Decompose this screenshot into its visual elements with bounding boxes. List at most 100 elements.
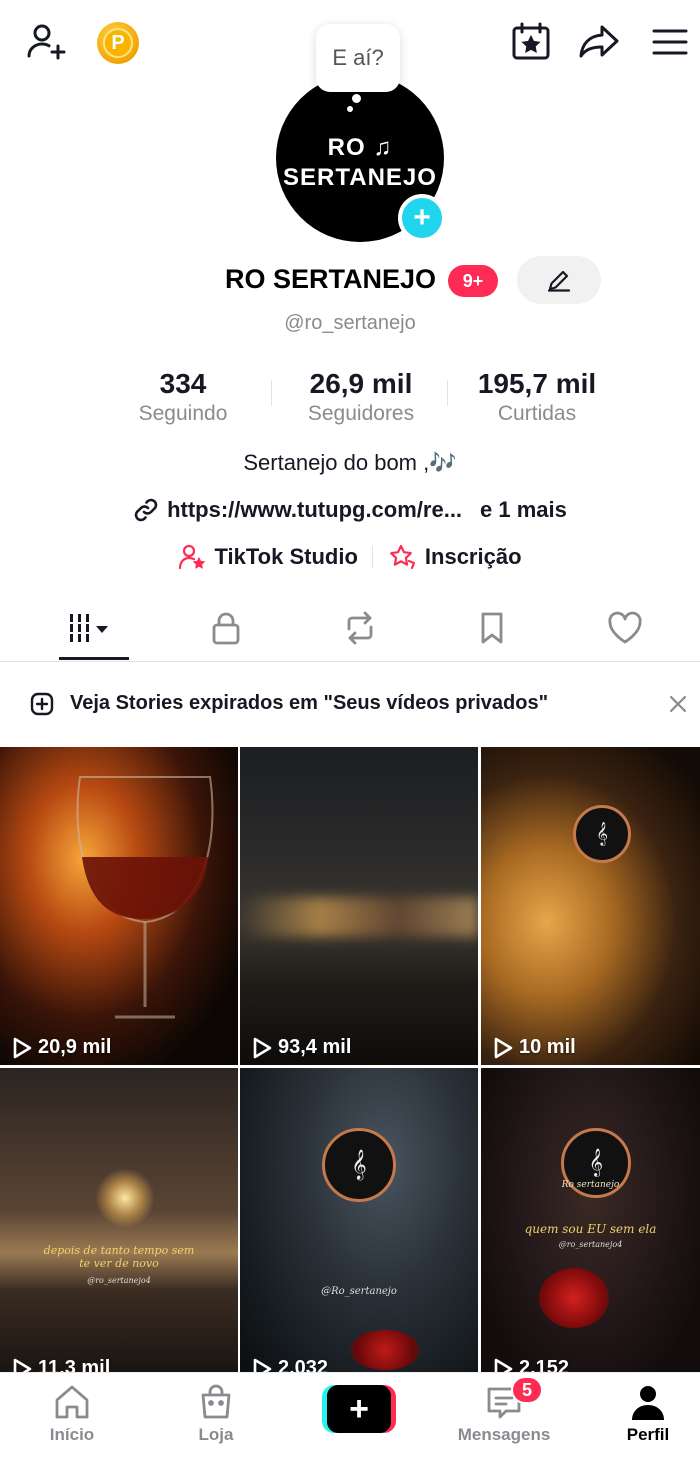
stat-label: Curtidas bbox=[497, 402, 577, 425]
stat-label: Seguidores bbox=[307, 402, 415, 425]
share-arrow-icon bbox=[579, 25, 619, 58]
close-notice-button[interactable] bbox=[664, 690, 692, 718]
avatar-text-line2: SERTANEJO bbox=[283, 164, 437, 191]
stat-divider bbox=[271, 380, 272, 406]
messages-count-badge: 5 bbox=[511, 1376, 543, 1404]
coins-button[interactable]: P bbox=[97, 22, 139, 64]
stories-notice-banner[interactable]: Veja Stories expirados em "Seus vídeos p… bbox=[0, 676, 700, 732]
tab-favorites[interactable] bbox=[452, 596, 532, 660]
repost-icon bbox=[347, 611, 373, 645]
play-icon bbox=[13, 1358, 32, 1373]
video-thumbnail[interactable]: 𝄞 10 mil bbox=[481, 747, 700, 1065]
channel-logo-text: Ro sertanejo bbox=[561, 1180, 620, 1190]
video-thumbnail[interactable]: 𝄞 @Ro_sertanejo 2.032 bbox=[240, 1068, 478, 1373]
stat-likes[interactable]: 195,7 mil Curtidas bbox=[462, 368, 612, 426]
video-grid: 20,9 mil 93,4 mil 𝄞 10 mil depois de tan… bbox=[0, 747, 700, 1373]
channel-logo-watermark: 𝄞 bbox=[573, 805, 631, 863]
play-icon bbox=[253, 1358, 272, 1373]
bubble-tail-dot-small bbox=[347, 106, 353, 112]
note-text: E aí? bbox=[332, 45, 384, 70]
events-calendar-button[interactable] bbox=[509, 20, 553, 64]
bottom-navigation: Início Loja + Mensagens Perfil bbox=[0, 1372, 700, 1460]
profile-shortcuts: TikTok Studio Inscrição bbox=[0, 540, 700, 574]
play-icon bbox=[494, 1037, 513, 1058]
tiktok-studio-label: TikTok Studio bbox=[214, 544, 358, 569]
link-more[interactable]: e 1 mais bbox=[480, 497, 567, 523]
wine-glass-image bbox=[76, 776, 214, 1019]
active-tab-indicator bbox=[59, 657, 129, 660]
profile-person-icon bbox=[632, 1386, 664, 1420]
link-icon bbox=[134, 498, 158, 522]
view-count-text: 93,4 mil bbox=[278, 1036, 352, 1058]
add-story-outline-icon bbox=[30, 692, 54, 716]
stat-value: 195,7 mil bbox=[477, 368, 597, 399]
red-rose-image bbox=[539, 1268, 609, 1328]
stat-value: 334 bbox=[159, 368, 207, 399]
nav-shop-label: Loja bbox=[198, 1425, 234, 1444]
tab-videos[interactable] bbox=[54, 596, 134, 660]
sunset-glow-image bbox=[95, 1168, 155, 1228]
view-count: 93,4 mil bbox=[252, 1036, 351, 1059]
view-count-text: 11,3 mil bbox=[38, 1357, 111, 1373]
person-star-icon bbox=[179, 544, 206, 570]
channel-logo-watermark: 𝄞 bbox=[322, 1128, 396, 1202]
notification-badge[interactable]: 9+ bbox=[448, 265, 498, 297]
plus-icon: + bbox=[327, 1385, 391, 1433]
view-count-text: 20,9 mil bbox=[38, 1036, 112, 1058]
notice-text: Veja Stories expirados em "Seus vídeos p… bbox=[70, 692, 549, 714]
video-caption: quem sou EU sem ela bbox=[524, 1222, 657, 1236]
city-lights-image bbox=[240, 897, 478, 937]
video-watermark: @ro_sertanejo4 bbox=[558, 1240, 623, 1249]
video-thumbnail[interactable]: 𝄞 Ro sertanejo quem sou EU sem ela @ro_s… bbox=[481, 1068, 700, 1373]
bio-link[interactable]: https://www.tutupg.com/re... e 1 mais bbox=[0, 494, 700, 526]
music-note-icon: ♫ bbox=[373, 134, 393, 161]
create-video-button[interactable]: + bbox=[322, 1385, 396, 1433]
grid-videos-icon bbox=[70, 614, 108, 642]
play-icon bbox=[13, 1037, 32, 1058]
hamburger-menu-icon bbox=[652, 29, 688, 55]
bookmark-icon bbox=[481, 612, 503, 644]
note-speech-bubble[interactable]: E aí? bbox=[316, 24, 400, 92]
nav-shop[interactable]: Loja bbox=[161, 1383, 271, 1453]
play-icon bbox=[494, 1358, 513, 1373]
menu-button[interactable] bbox=[648, 20, 692, 64]
view-count-text: 10 mil bbox=[519, 1036, 576, 1058]
video-watermark: @Ro_sertanejo bbox=[321, 1286, 397, 1297]
tab-private[interactable] bbox=[186, 596, 266, 660]
subscription-button[interactable]: Inscrição bbox=[373, 543, 536, 571]
add-friend-button[interactable] bbox=[24, 20, 68, 64]
stat-label: Seguindo bbox=[138, 402, 228, 425]
tab-liked[interactable] bbox=[585, 596, 665, 660]
person-plus-icon bbox=[27, 24, 66, 60]
nav-profile-label: Perfil bbox=[626, 1425, 670, 1444]
stat-following[interactable]: 334 Seguindo bbox=[120, 368, 246, 426]
video-caption: depois de tanto tempo sem te ver de novo bbox=[43, 1244, 195, 1270]
nav-home-label: Início bbox=[49, 1425, 95, 1444]
name-row: RO SERTANEJO 9+ bbox=[0, 256, 700, 306]
link-url[interactable]: https://www.tutupg.com/re... bbox=[167, 497, 462, 523]
video-thumbnail[interactable]: 93,4 mil bbox=[240, 747, 478, 1065]
nav-profile[interactable]: Perfil bbox=[593, 1383, 700, 1453]
stat-divider bbox=[447, 380, 448, 406]
add-story-button[interactable]: + bbox=[398, 194, 446, 242]
stat-followers[interactable]: 26,9 mil Seguidores bbox=[286, 368, 436, 426]
tab-reposts[interactable] bbox=[320, 596, 400, 660]
home-icon bbox=[55, 1385, 89, 1419]
stat-value: 26,9 mil bbox=[309, 368, 413, 399]
coin-letter: P bbox=[103, 28, 133, 58]
pencil-icon bbox=[547, 270, 571, 292]
profile-tabs bbox=[0, 596, 700, 662]
video-thumbnail[interactable]: 20,9 mil bbox=[0, 747, 238, 1065]
nav-messages-label: Mensagens bbox=[457, 1425, 551, 1444]
bubble-tail-dot bbox=[352, 94, 361, 103]
share-button[interactable] bbox=[578, 20, 622, 64]
heart-icon bbox=[608, 611, 642, 644]
avatar-text-line1: RO bbox=[327, 134, 366, 161]
profile-stats: 334 Seguindo 26,9 mil Seguidores 195,7 m… bbox=[0, 368, 700, 432]
star-link-icon bbox=[390, 544, 416, 570]
tiktok-studio-button[interactable]: TikTok Studio bbox=[164, 543, 371, 571]
video-thumbnail[interactable]: depois de tanto tempo sem te ver de novo… bbox=[0, 1068, 238, 1373]
play-icon bbox=[253, 1037, 272, 1058]
edit-profile-button[interactable] bbox=[517, 256, 601, 304]
nav-home[interactable]: Início bbox=[17, 1383, 127, 1453]
